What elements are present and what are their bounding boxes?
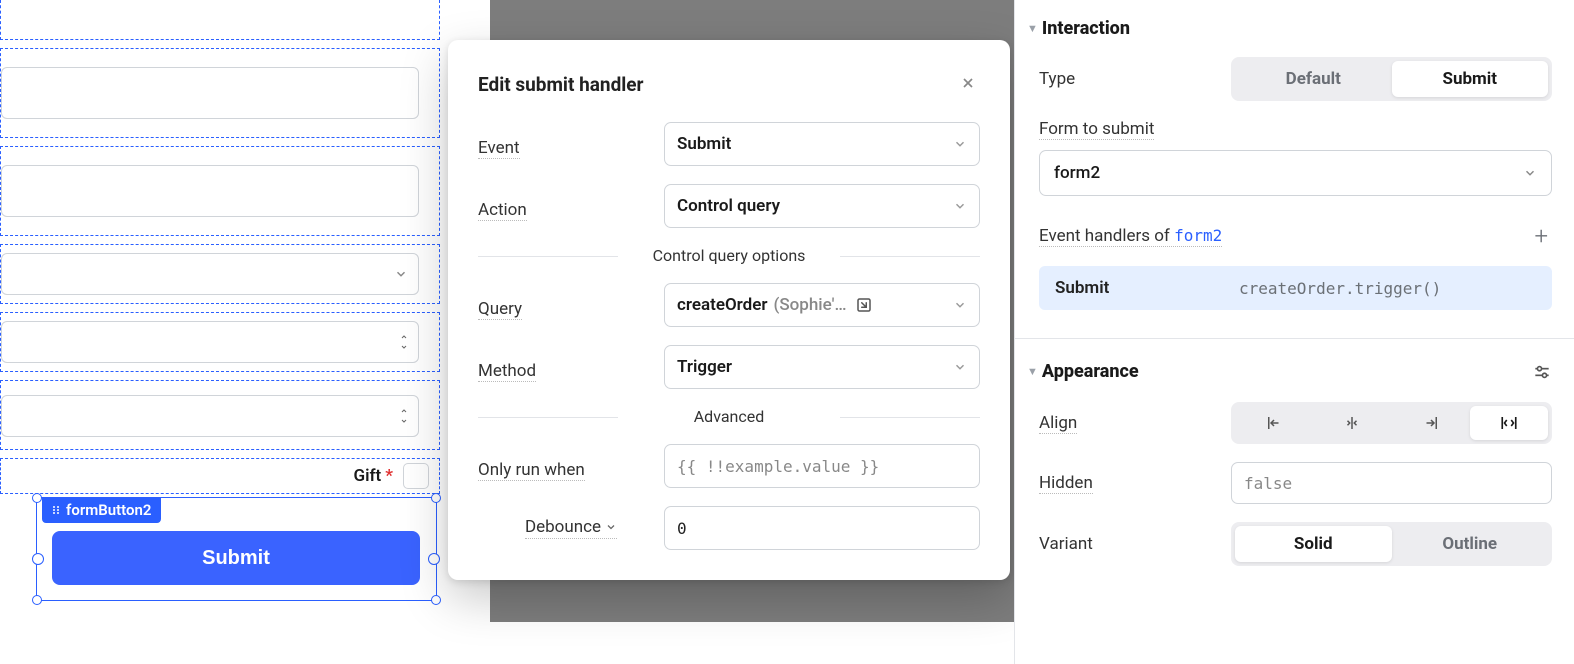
chevron-down-icon [953,199,967,213]
chevron-down-icon [605,521,617,533]
variant-option-solid[interactable]: Solid [1235,526,1392,562]
align-left-icon [1264,414,1284,432]
chevron-down-icon [953,137,967,151]
gift-label: Gift [354,466,382,486]
form-link[interactable]: form2 [1174,226,1222,245]
query-label: Query [478,291,522,320]
variant-option-outline[interactable]: Outline [1392,526,1549,562]
settings-sliders-icon[interactable] [1532,362,1552,382]
submit-button-label: Submit [202,547,270,570]
step-down-icon[interactable] [398,417,410,425]
text-input[interactable] [1,165,419,217]
select-input[interactable] [1,253,419,295]
method-label: Method [478,353,536,382]
handler-code: createOrder.trigger() [1239,279,1441,298]
query-secondary: (Sophie'… [773,295,846,315]
chevron-down-icon [953,360,967,374]
gift-checkbox[interactable] [403,463,429,489]
align-right[interactable] [1392,406,1470,440]
align-left[interactable] [1235,406,1313,440]
only-run-when-input[interactable]: {{ !!example.value }} [664,444,980,488]
event-handlers-label: Event handlers of form2 [1039,226,1222,247]
align-center-icon [1342,414,1362,432]
chevron-down-icon [394,267,408,281]
number-input[interactable] [1,395,419,437]
appearance-section-header[interactable]: ▼ Appearance [1027,361,1139,382]
grip-icon [50,504,62,516]
resize-handle[interactable] [431,595,441,605]
form-field-outline [0,312,440,372]
action-label: Action [478,192,527,221]
resize-handle[interactable] [32,493,42,503]
variant-label: Variant [1039,534,1093,554]
step-up-icon[interactable] [398,333,410,341]
variant-segmented-control: Solid Outline [1231,522,1552,566]
handler-event: Submit [1055,278,1239,298]
step-down-icon[interactable] [398,343,410,351]
align-label: Align [1039,413,1077,434]
action-value: Control query [677,196,780,216]
type-segmented-control: Default Submit [1231,57,1552,101]
event-value: Submit [677,134,731,154]
method-value: Trigger [677,357,732,377]
event-label: Event [478,130,520,159]
component-name-tag[interactable]: formButton2 [42,498,161,523]
type-option-submit[interactable]: Submit [1392,61,1549,97]
number-input[interactable] [1,321,419,363]
align-stretch-icon [1498,414,1520,432]
handler-row[interactable]: Submit createOrder.trigger() [1039,266,1552,310]
expand-icon[interactable] [855,296,873,314]
form-preview: Gift * formButton2 Submit [0,0,490,622]
form-field-outline [0,48,440,138]
form-field-outline [0,380,440,450]
chevron-down-icon [953,298,967,312]
interaction-section-header[interactable]: ▼ Interaction [1027,18,1552,39]
required-marker: * [385,466,393,486]
type-label: Type [1039,69,1075,89]
resize-handle[interactable] [431,493,441,503]
form-field-outline [0,146,440,236]
action-select[interactable]: Control query [664,184,980,228]
debounce-label[interactable]: Debounce [525,517,617,539]
submit-button[interactable]: Submit [52,531,420,585]
align-stretch[interactable] [1470,406,1548,440]
align-center[interactable] [1313,406,1391,440]
step-up-icon[interactable] [398,407,410,415]
collapse-icon: ▼ [1027,365,1038,378]
form-to-submit-label: Form to submit [1039,119,1154,140]
align-right-icon [1421,414,1441,432]
chevron-down-icon [1523,166,1537,180]
only-run-when-label: Only run when [478,452,585,481]
resize-handle[interactable] [32,595,42,605]
form-to-submit-select[interactable]: form2 [1039,150,1552,196]
add-handler-button[interactable]: + [1530,218,1552,254]
section-header-advanced: Advanced [478,407,980,426]
inspector-panel: ▼ Interaction Type Default Submit Form t… [1014,0,1574,664]
collapse-icon: ▼ [1027,22,1038,35]
debounce-input[interactable]: 0 [664,506,980,550]
query-select[interactable]: createOrder (Sophie'… [664,283,980,327]
form-to-submit-value: form2 [1054,163,1100,183]
align-segmented-control [1231,402,1552,444]
method-select[interactable]: Trigger [664,345,980,389]
close-icon [960,75,976,91]
section-header-query-options: Control query options [478,246,980,265]
component-name: formButton2 [66,501,151,519]
type-option-default[interactable]: Default [1235,61,1392,97]
form-field-outline [0,0,440,40]
form-field-outline [0,244,440,304]
hidden-label: Hidden [1039,473,1093,494]
event-select[interactable]: Submit [664,122,980,166]
hidden-input[interactable]: false [1231,462,1552,504]
close-button[interactable] [956,68,980,100]
edit-handler-popover: Edit submit handler Event Submit Action … [448,40,1010,580]
query-value: createOrder [677,295,767,315]
text-input[interactable] [1,67,419,119]
popover-title: Edit submit handler [478,73,644,96]
gift-row: Gift * [0,458,440,494]
